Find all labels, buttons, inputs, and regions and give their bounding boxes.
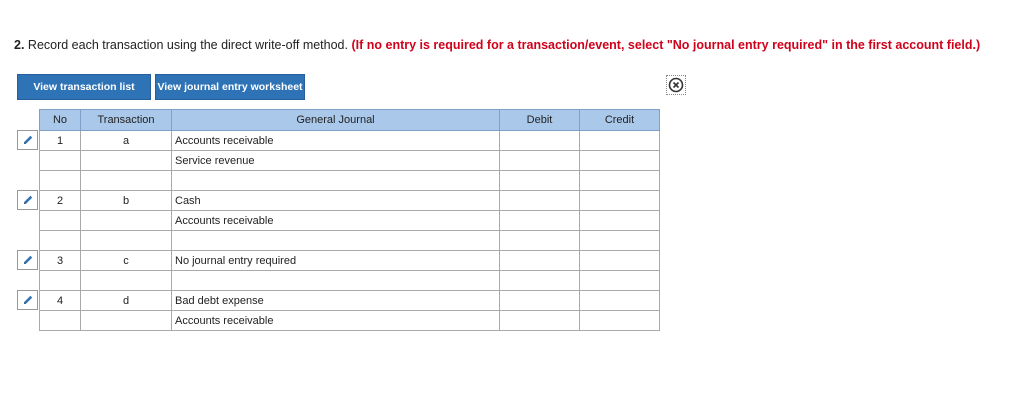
cell-transaction [80, 150, 172, 171]
journal-table: No Transaction General Journal Debit Cre… [39, 109, 660, 331]
cell-transaction [80, 310, 172, 331]
table-row: 4 d Bad debt expense [39, 290, 660, 311]
edit-entry-button[interactable] [17, 190, 38, 210]
cell-debit[interactable] [499, 130, 580, 151]
cell-account[interactable]: No journal entry required [171, 250, 500, 271]
cell-no [39, 150, 81, 171]
question-note: (If no entry is required for a transacti… [348, 38, 981, 52]
cell-no: 3 [39, 250, 81, 271]
cell-account[interactable]: Accounts receivable [171, 310, 500, 331]
cell-account[interactable] [171, 170, 500, 191]
pencil-icon [23, 195, 32, 204]
table-header-row: No Transaction General Journal Debit Cre… [39, 109, 660, 131]
cell-credit[interactable] [579, 190, 660, 211]
cell-no [39, 210, 81, 231]
cell-credit[interactable] [579, 310, 660, 331]
cell-debit[interactable] [499, 170, 580, 191]
table-row: 1 a Accounts receivable [39, 130, 660, 151]
table-row [39, 270, 660, 291]
cell-debit[interactable] [499, 310, 580, 331]
cell-account[interactable] [171, 270, 500, 291]
edit-entry-button[interactable] [17, 250, 38, 270]
cell-account[interactable]: Service revenue [171, 150, 500, 171]
question-instruction: 2. Record each transaction using the dir… [14, 38, 980, 52]
header-debit: Debit [499, 109, 580, 131]
view-transaction-list-button[interactable]: View transaction list [17, 74, 151, 100]
header-general-journal: General Journal [171, 109, 500, 131]
cell-credit[interactable] [579, 150, 660, 171]
pencil-icon [23, 295, 32, 304]
header-transaction: Transaction [80, 109, 172, 131]
cell-credit[interactable] [579, 230, 660, 251]
header-no: No [39, 109, 81, 131]
cell-debit[interactable] [499, 250, 580, 271]
table-row: 3 c No journal entry required [39, 250, 660, 271]
cell-credit[interactable] [579, 270, 660, 291]
cell-transaction: c [80, 250, 172, 271]
cell-debit[interactable] [499, 210, 580, 231]
close-button[interactable] [666, 75, 686, 95]
cell-transaction: d [80, 290, 172, 311]
cell-credit[interactable] [579, 250, 660, 271]
cell-credit[interactable] [579, 290, 660, 311]
cell-transaction [80, 170, 172, 191]
cell-no [39, 170, 81, 191]
cell-no: 1 [39, 130, 81, 151]
close-circle-icon [668, 77, 684, 93]
table-row: Service revenue [39, 150, 660, 171]
cell-debit[interactable] [499, 150, 580, 171]
cell-debit[interactable] [499, 230, 580, 251]
cell-account[interactable]: Cash [171, 190, 500, 211]
cell-debit[interactable] [499, 270, 580, 291]
cell-account[interactable]: Bad debt expense [171, 290, 500, 311]
cell-transaction: b [80, 190, 172, 211]
header-credit: Credit [579, 109, 660, 131]
table-row: Accounts receivable [39, 310, 660, 331]
edit-entry-button[interactable] [17, 130, 38, 150]
view-journal-worksheet-button[interactable]: View journal entry worksheet [155, 74, 305, 100]
cell-transaction [80, 210, 172, 231]
cell-debit[interactable] [499, 290, 580, 311]
cell-debit[interactable] [499, 190, 580, 211]
cell-credit[interactable] [579, 130, 660, 151]
cell-no: 4 [39, 290, 81, 311]
cell-credit[interactable] [579, 170, 660, 191]
table-row: Accounts receivable [39, 210, 660, 231]
cell-credit[interactable] [579, 210, 660, 231]
pencil-icon [23, 135, 32, 144]
cell-account[interactable]: Accounts receivable [171, 210, 500, 231]
table-row [39, 230, 660, 251]
cell-transaction [80, 230, 172, 251]
table-row [39, 170, 660, 191]
question-number: 2. [14, 38, 25, 52]
pencil-icon [23, 255, 32, 264]
cell-transaction: a [80, 130, 172, 151]
cell-transaction [80, 270, 172, 291]
cell-account[interactable]: Accounts receivable [171, 130, 500, 151]
cell-no: 2 [39, 190, 81, 211]
edit-entry-button[interactable] [17, 290, 38, 310]
question-text: Record each transaction using the direct… [24, 38, 348, 52]
cell-no [39, 270, 81, 291]
table-row: 2 b Cash [39, 190, 660, 211]
cell-no [39, 230, 81, 251]
cell-no [39, 310, 81, 331]
cell-account[interactable] [171, 230, 500, 251]
